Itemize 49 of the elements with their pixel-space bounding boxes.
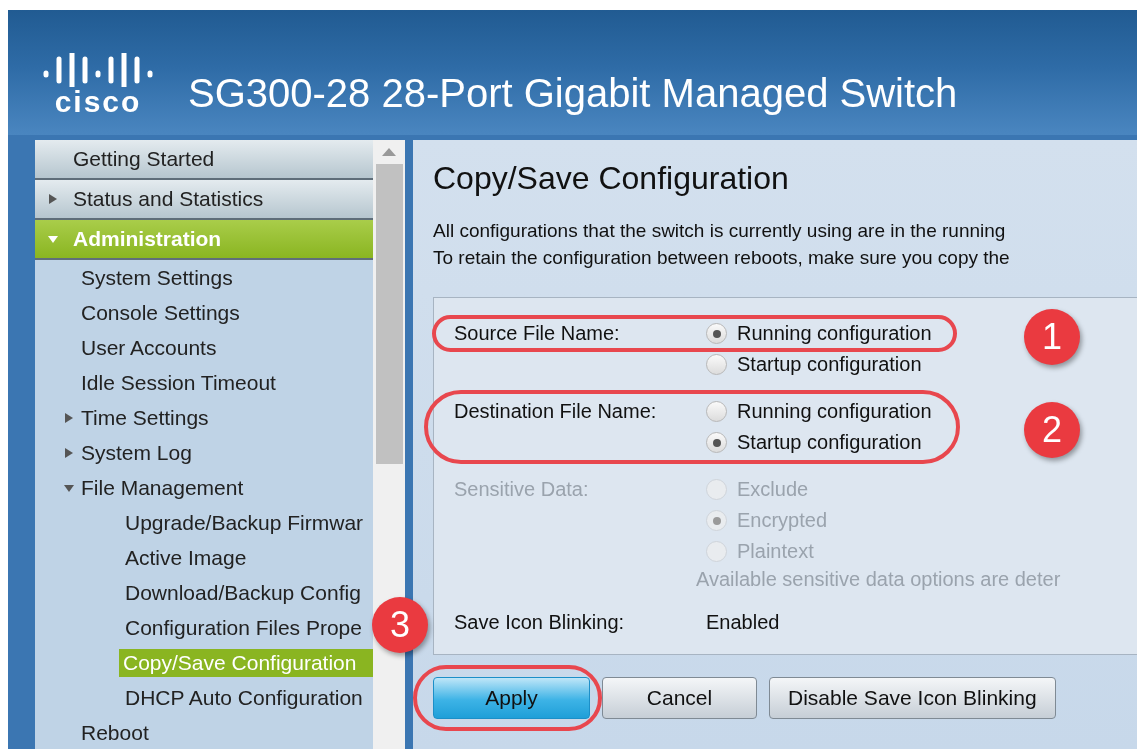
description-text: All configurations that the switch is currently using are in the running To retain the configuration between reboots, make sure you copy the (433, 219, 1011, 270)
radio-button[interactable] (706, 323, 727, 344)
page-title: Copy/Save Configuration (433, 160, 790, 197)
sidebar-section[interactable]: Status and Statistics (35, 180, 373, 220)
field-value: Enabled (706, 610, 780, 635)
product-title: SG300-28 28-Port Gigabit Managed Switch (188, 70, 958, 117)
field-label: Source File Name: (454, 321, 621, 346)
sidebar-item[interactable]: Upgrade/Backup Firmwar (123, 508, 366, 537)
caret-down-icon (48, 234, 58, 244)
sidebar-item[interactable]: System Settings (79, 263, 235, 292)
hint-text: Available sensitive data options are deter (696, 567, 1061, 591)
sidebar-item[interactable]: Active Image (123, 543, 249, 572)
logo-wordmark: cisco (54, 87, 142, 117)
sidebar-item[interactable]: Idle Session Timeout (79, 368, 278, 397)
radio-label: Startup configuration (737, 431, 922, 454)
radio-button[interactable] (706, 354, 727, 375)
radio-label: Startup configuration (737, 353, 922, 376)
action-button[interactable]: Disable Save Icon Blinking (769, 677, 1056, 719)
caret-right-icon (64, 412, 74, 423)
field-label: Destination File Name: (454, 399, 658, 424)
sidebar-item[interactable]: System Log (79, 438, 194, 467)
scrollbar-thumb[interactable] (375, 164, 403, 464)
sidebar-item[interactable]: Time Settings (79, 403, 211, 432)
sidebar-section[interactable]: Getting Started (35, 140, 373, 180)
section-label: Status and Statistics (73, 187, 264, 211)
radio-label: Plaintext (737, 540, 814, 563)
action-button[interactable]: Cancel (602, 677, 757, 719)
radio-label: Running configuration (737, 322, 932, 345)
caret-down-icon (64, 482, 74, 493)
sidebar-item[interactable]: Reboot (79, 718, 151, 747)
logo-bars-icon (42, 53, 154, 87)
sidebar-item[interactable]: User Accounts (79, 333, 219, 362)
sidebar-item[interactable]: Download/Backup Config (123, 578, 363, 607)
radio-label: Encrypted (737, 509, 828, 532)
sidebar-item[interactable]: DHCP Auto Configuration (123, 683, 365, 712)
sidebar-item[interactable]: Console Settings (79, 298, 242, 327)
sidebar-item[interactable]: Configuration Files Prope (123, 613, 364, 642)
radio-label: Exclude (737, 478, 809, 501)
section-label: Administration (73, 227, 222, 251)
sidebar-item[interactable]: File Management (79, 473, 246, 502)
caret-right-icon (64, 447, 74, 458)
radio-button[interactable] (706, 432, 727, 453)
section-label: Getting Started (73, 147, 215, 171)
caret-right-icon (48, 194, 58, 204)
radio-button[interactable] (706, 401, 727, 422)
scroll-up-icon[interactable] (382, 148, 396, 156)
apply-button[interactable]: Apply (433, 677, 590, 719)
field-label: Save Icon Blinking: (454, 610, 626, 635)
radio-label: Running configuration (737, 400, 932, 423)
